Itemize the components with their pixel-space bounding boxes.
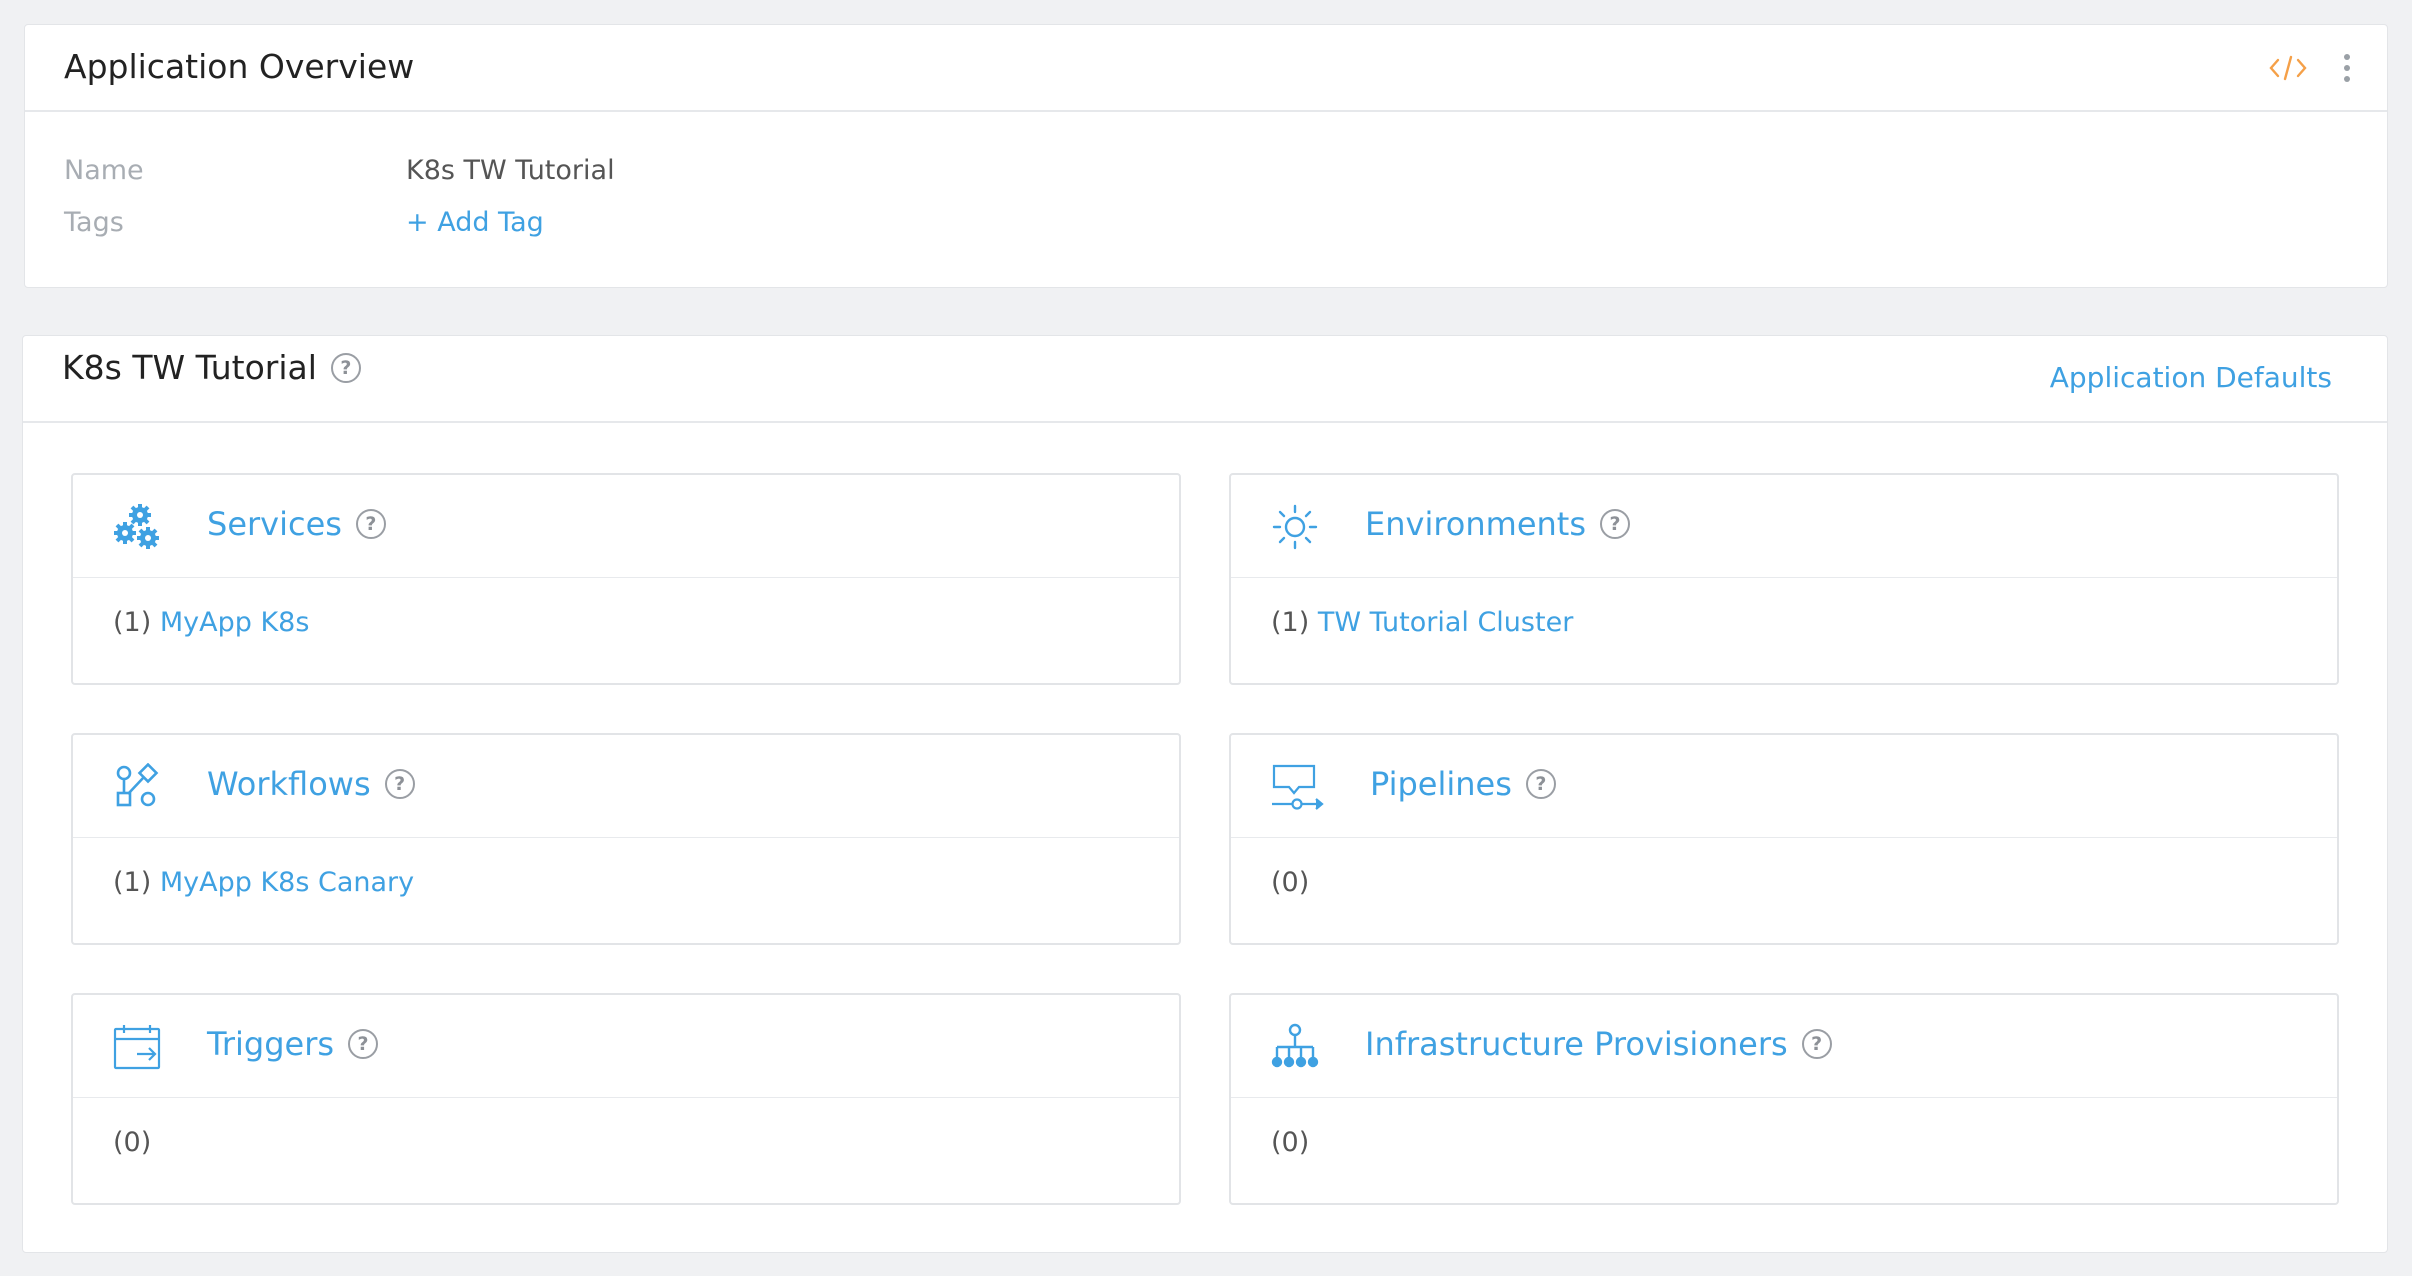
help-icon[interactable]: ?: [330, 352, 361, 383]
services-count: (1): [113, 607, 152, 638]
trigger-calendar-icon: [113, 1025, 161, 1070]
triggers-title-wrap[interactable]: Triggers ?: [207, 1025, 379, 1063]
provisioners-card: Infrastructure Provisioners ? (0): [1229, 993, 2339, 1205]
environments-card-header: Environments ?: [1231, 475, 2337, 578]
application-title: K8s TW Tutorial: [62, 348, 317, 387]
help-icon[interactable]: ?: [1525, 769, 1556, 799]
name-value: K8s TW Tutorial: [406, 155, 615, 186]
pipelines-title-wrap[interactable]: Pipelines ?: [1370, 765, 1556, 803]
help-icon[interactable]: ?: [1600, 509, 1630, 539]
overview-title: Application Overview: [64, 47, 415, 86]
tags-row: Tags + Add Tag: [64, 207, 544, 238]
application-header: K8s TW Tutorial ? Application Defaults: [23, 336, 2387, 423]
triggers-card-header: Triggers ?: [73, 995, 1179, 1098]
environment-link[interactable]: TW Tutorial Cluster: [1318, 607, 1573, 638]
environments-title[interactable]: Environments: [1365, 505, 1586, 543]
triggers-count: (0): [113, 1127, 152, 1158]
application-defaults-link[interactable]: Application Defaults: [2050, 361, 2332, 394]
environments-count: (1): [1271, 607, 1310, 638]
service-link[interactable]: MyApp K8s: [160, 607, 310, 638]
workflows-title-wrap[interactable]: Workflows ?: [207, 765, 415, 803]
pipelines-body: (0): [1271, 867, 1309, 898]
pipeline-icon: [1272, 764, 1324, 810]
pipelines-card: Pipelines ? (0): [1229, 733, 2339, 945]
provisioners-count: (0): [1271, 1127, 1310, 1158]
workflow-link[interactable]: MyApp K8s Canary: [160, 867, 414, 898]
add-tag-link[interactable]: + Add Tag: [406, 207, 544, 238]
help-icon[interactable]: ?: [384, 769, 415, 799]
services-card: Services ? (1) MyApp K8s: [71, 473, 1181, 685]
help-icon[interactable]: ?: [348, 1029, 379, 1059]
services-title[interactable]: Services: [207, 505, 342, 543]
provisioners-body: (0): [1271, 1127, 1309, 1158]
provisioners-card-header: Infrastructure Provisioners ?: [1231, 995, 2337, 1098]
pipelines-card-header: Pipelines ?: [1231, 735, 2337, 838]
name-row: Name K8s TW Tutorial: [64, 155, 615, 186]
help-icon[interactable]: ?: [1801, 1029, 1832, 1059]
name-label: Name: [64, 155, 144, 186]
triggers-title[interactable]: Triggers: [207, 1025, 334, 1063]
services-body: (1) MyApp K8s: [113, 607, 309, 638]
services-gears-icon: [114, 504, 159, 549]
provisioner-tree-icon: [1271, 1023, 1319, 1068]
application-panel: K8s TW Tutorial ? Application Defaults S…: [22, 335, 2388, 1253]
workflows-body: (1) MyApp K8s Canary: [113, 867, 414, 898]
environments-card: Environments ? (1) TW Tutorial Cluster: [1229, 473, 2339, 685]
provisioners-title-wrap[interactable]: Infrastructure Provisioners ?: [1365, 1025, 1832, 1063]
tags-label: Tags: [64, 207, 124, 238]
workflows-count: (1): [113, 867, 152, 898]
workflows-title[interactable]: Workflows: [207, 765, 371, 803]
workflows-card: Workflows ? (1) MyApp K8s Canary: [71, 733, 1181, 945]
workflow-icon: [116, 763, 159, 807]
services-card-header: Services ?: [73, 475, 1179, 578]
more-options-icon[interactable]: [2337, 47, 2357, 89]
application-overview-panel: Application Overview Name K8s TW Tutorial…: [24, 24, 2388, 288]
triggers-body: (0): [113, 1127, 151, 1158]
application-title-wrap: K8s TW Tutorial ?: [62, 348, 361, 387]
environments-title-wrap[interactable]: Environments ?: [1365, 505, 1630, 543]
code-icon[interactable]: [2267, 47, 2309, 89]
help-icon[interactable]: ?: [355, 509, 386, 539]
environment-sun-icon: [1272, 504, 1318, 550]
pipelines-title[interactable]: Pipelines: [1370, 765, 1512, 803]
overview-header: Application Overview: [25, 25, 2387, 112]
pipelines-count: (0): [1271, 867, 1310, 898]
environments-body: (1) TW Tutorial Cluster: [1271, 607, 1573, 638]
services-title-wrap[interactable]: Services ?: [207, 505, 386, 543]
provisioners-title[interactable]: Infrastructure Provisioners: [1365, 1025, 1788, 1063]
overview-actions: [2267, 47, 2357, 89]
triggers-card: Triggers ? (0): [71, 993, 1181, 1205]
workflows-card-header: Workflows ?: [73, 735, 1179, 838]
